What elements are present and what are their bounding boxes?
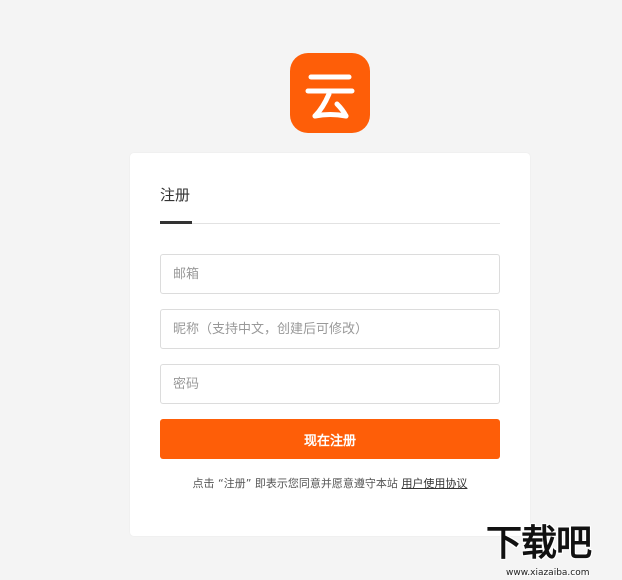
- watermark: 下载吧 www.xiazaiba.com: [484, 522, 622, 580]
- tab-bar: 注册: [160, 153, 500, 224]
- password-field-wrapper: [160, 364, 500, 404]
- email-field[interactable]: [161, 255, 499, 293]
- tab-register[interactable]: 注册: [160, 184, 190, 205]
- watermark-url: www.xiazaiba.com: [506, 568, 590, 578]
- nickname-field-wrapper: [160, 309, 500, 349]
- agreement-notice: 点击 “注册” 即表示您同意并愿意遵守本站 用户使用协议: [130, 475, 530, 491]
- register-button[interactable]: 现在注册: [160, 419, 500, 459]
- nickname-field[interactable]: [161, 310, 499, 348]
- password-field[interactable]: [161, 365, 499, 403]
- watermark-title: 下载吧: [486, 523, 592, 564]
- register-card: 注册 现在注册 点击 “注册” 即表示您同意并愿意遵守本站 用户使用协议: [130, 153, 530, 536]
- agreement-notice-text: 点击 “注册” 即表示您同意并愿意遵守本站: [192, 477, 402, 490]
- active-tab-indicator: [160, 221, 192, 224]
- app-logo: [290, 53, 370, 133]
- cloud-logo-icon: [305, 74, 355, 119]
- email-field-wrapper: [160, 254, 500, 294]
- user-agreement-link[interactable]: 用户使用协议: [401, 477, 467, 490]
